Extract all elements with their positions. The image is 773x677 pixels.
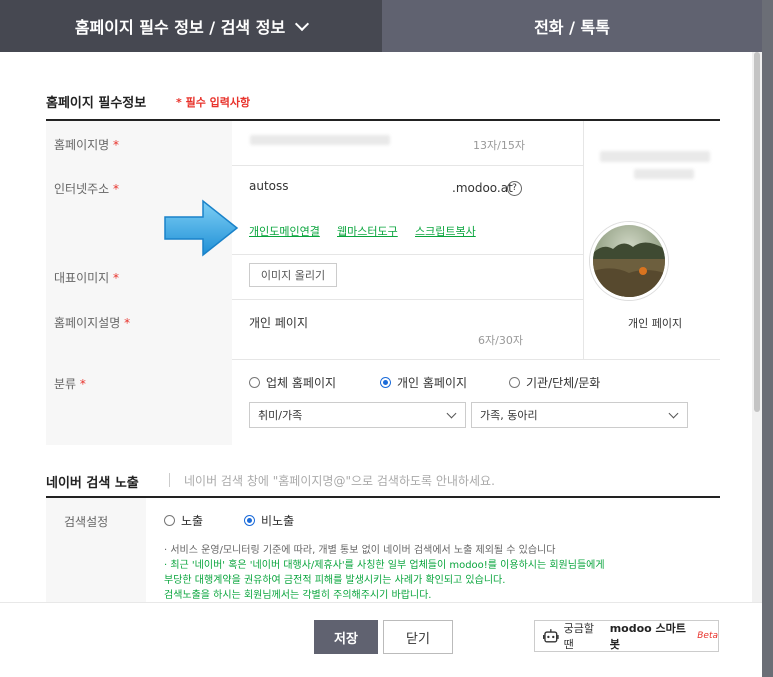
note-line: 검색노출을 하시는 회원님께서는 각별히 주의해주시기 바랍니다. (164, 590, 432, 601)
close-button[interactable]: 닫기 (383, 620, 453, 654)
copy-script-link[interactable]: 스크립트복사 (415, 223, 476, 239)
smartbot-name: modoo 스마트봇 (609, 622, 686, 651)
robot-icon (543, 629, 559, 643)
arrow-right-icon (164, 199, 239, 257)
tab-phone-talk[interactable]: 전화 / 톡톡 (382, 0, 762, 52)
radio-personal-homepage[interactable]: 개인 홈페이지 (380, 374, 467, 391)
description-input[interactable]: 개인 페이지 (249, 314, 308, 331)
label-search-setting: 검색설정 (64, 515, 109, 529)
section-title-required-info: 홈페이지 필수정보 (46, 96, 147, 111)
tab-homepage-info-label: 홈페이지 필수 정보 / 검색 정보 (74, 18, 286, 37)
row-divider (232, 165, 583, 166)
webmaster-tools-link[interactable]: 웹마스터도구 (337, 223, 398, 239)
tab-homepage-info[interactable]: 홈페이지 필수 정보 / 검색 정보 (0, 0, 382, 52)
save-button[interactable]: 저장 (314, 620, 378, 654)
section-title-naver-search: 네이버 검색 노출 (46, 476, 139, 491)
radio-search-hide[interactable]: 비노출 (244, 512, 294, 529)
row-divider (232, 254, 583, 255)
search-hint: 네이버 검색 창에 "홈페이지명@"으로 검색하도록 안내하세요. (184, 474, 495, 488)
homepage-name-input[interactable] (250, 135, 390, 145)
radio-search-expose[interactable]: 노출 (164, 512, 203, 529)
row-divider (232, 299, 583, 300)
tab-phone-talk-label: 전화 / 톡톡 (534, 18, 610, 37)
label-rep-image: 대표이미지 * (54, 271, 120, 285)
smartbot-prefix: 궁금할 땐 (563, 622, 595, 651)
upload-image-button[interactable]: 이미지 올리기 (249, 263, 337, 287)
label-internet-address: 인터넷주소 * (54, 182, 120, 196)
category-select-1[interactable]: 취미/가족 (249, 402, 466, 428)
radio-organization[interactable]: 기관/단체/문화 (509, 374, 600, 391)
domain-suffix: .modoo.at (452, 181, 513, 195)
smartbot-beta: Beta (697, 631, 718, 641)
chevron-down-icon (446, 408, 457, 419)
description-count: 6자/30자 (478, 334, 523, 347)
homepage-name-count: 13자/15자 (473, 139, 525, 152)
label-category: 분류 * (54, 377, 86, 391)
smartbot-button[interactable]: 궁금할 땐 modoo 스마트봇 Beta (534, 620, 719, 652)
category-select-2[interactable]: 가족, 동아리 (471, 402, 688, 428)
label-homepage-name: 홈페이지명 * (54, 138, 120, 152)
custom-domain-link[interactable]: 개인도메인연결 (249, 223, 320, 239)
chevron-down-icon (668, 408, 679, 419)
radio-business-homepage[interactable]: 업체 홈페이지 (249, 374, 336, 391)
section-divider (46, 496, 720, 498)
preview-subtitle-blurred (634, 169, 694, 179)
tab-bar: 홈페이지 필수 정보 / 검색 정보 전화 / 톡톡 (0, 0, 762, 52)
required-note: * 필수 입력사항 (176, 96, 251, 109)
preview-title-blurred (600, 151, 710, 162)
internet-address-input[interactable]: autoss (249, 179, 289, 193)
label-description: 홈페이지설명 * (54, 316, 131, 330)
rep-image-thumbnail (590, 222, 668, 300)
note-line: · 서비스 운영/모니터링 기준에 따라, 개별 통보 없이 네이버 검색에서 … (164, 545, 556, 556)
homepage-settings-dialog: 홈페이지 필수 정보 / 검색 정보 전화 / 톡톡 홈페이지 필수정보 * 필… (0, 0, 762, 677)
note-line: · 최근 '네이버' 혹은 '네이버 대행사/제휴사'를 사칭한 일부 업체들이… (164, 560, 605, 571)
chevron-down-icon (295, 16, 310, 31)
title-divider (169, 473, 170, 487)
preview-caption: 개인 페이지 (628, 317, 683, 330)
row-divider (232, 359, 720, 360)
note-line: 부당한 대행계약을 권유하여 금전적 피해를 발생시키는 사례가 확인되고 있습… (164, 575, 506, 586)
search-notes: · 서비스 운영/모니터링 기준에 따라, 개별 통보 없이 네이버 검색에서 … (164, 543, 605, 603)
help-icon[interactable]: ? (507, 181, 522, 196)
